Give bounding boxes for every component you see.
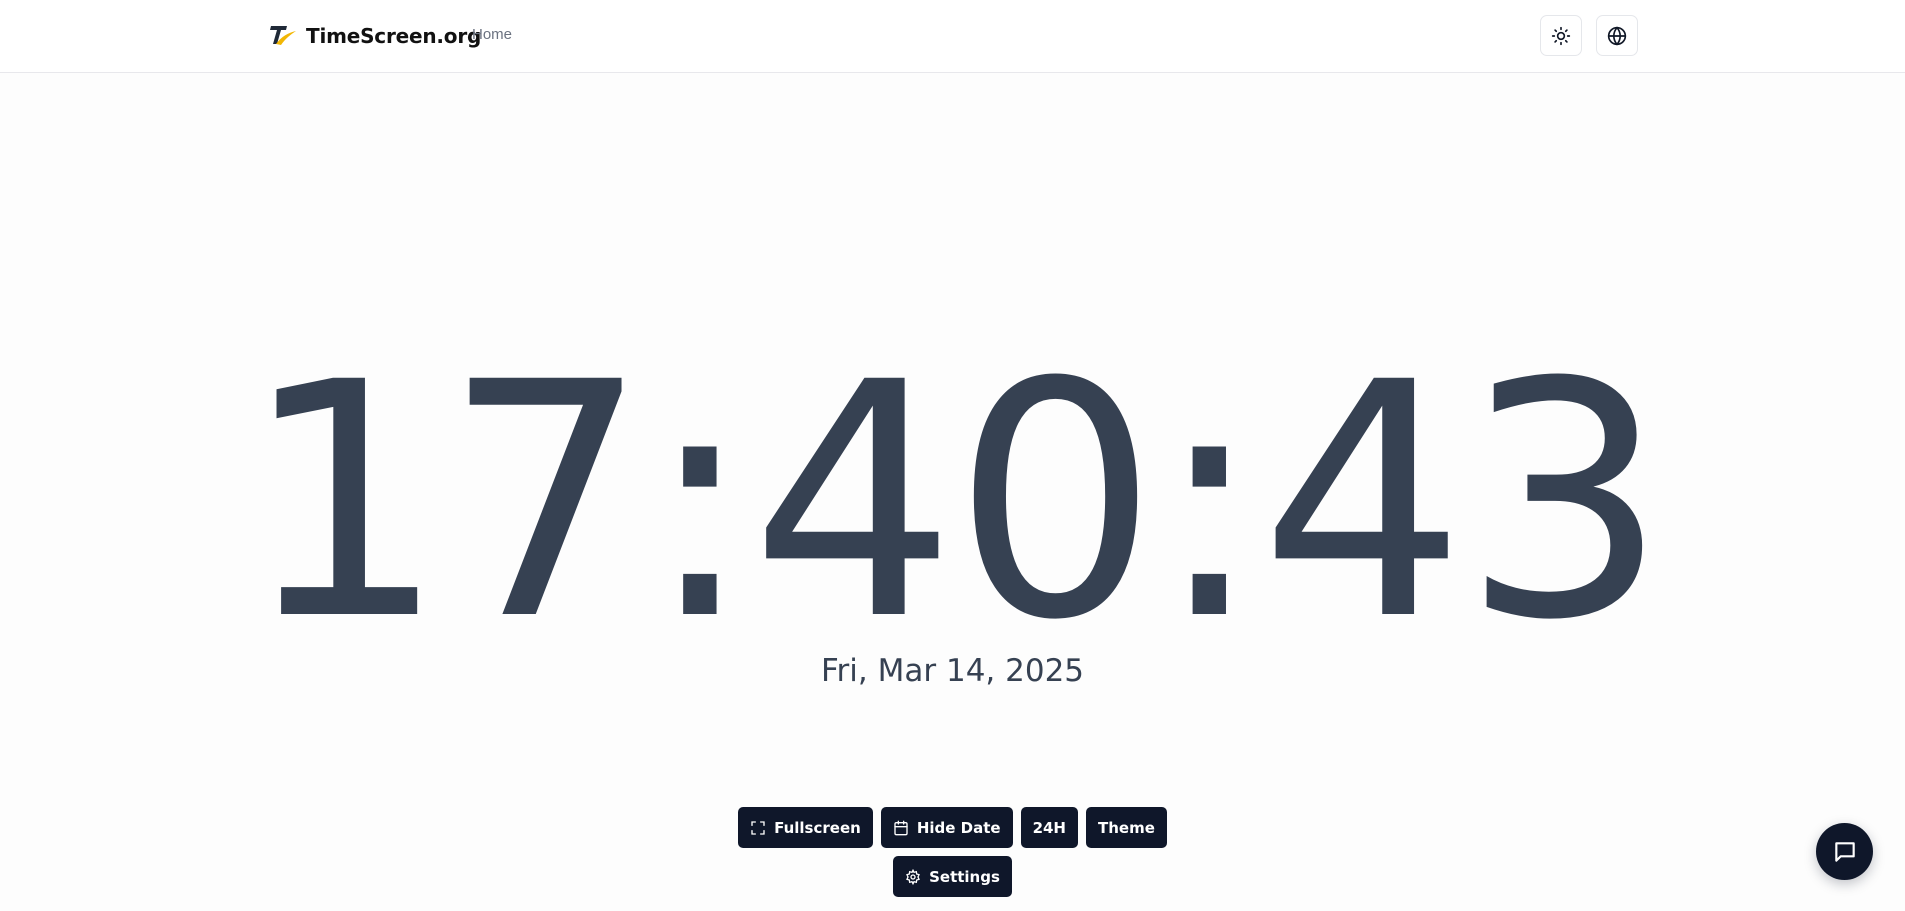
chat-bubble-icon <box>1834 841 1855 862</box>
site-header: TimeScreen.org Home <box>0 0 1905 73</box>
fullscreen-label: Fullscreen <box>774 818 861 837</box>
hide-date-button[interactable]: Hide Date <box>880 807 1013 848</box>
nav-home-link[interactable]: Home <box>472 26 512 43</box>
settings-button[interactable]: Settings <box>893 856 1012 897</box>
calendar-icon <box>894 820 908 835</box>
theme-toggle-button[interactable] <box>1540 15 1582 56</box>
controls-row: Fullscreen Hide Date 24H Theme <box>0 807 1905 848</box>
chat-button[interactable] <box>1816 823 1873 880</box>
gear-icon <box>906 868 921 885</box>
hide-date-label: Hide Date <box>916 818 1001 837</box>
time-format-button[interactable]: 24H <box>1020 807 1078 848</box>
language-button[interactable] <box>1596 15 1638 56</box>
fullscreen-button[interactable]: Fullscreen <box>738 807 873 848</box>
controls-row-secondary: Settings <box>0 856 1905 897</box>
theme-button[interactable]: Theme <box>1086 807 1167 848</box>
clock-date: Fri, Mar 14, 2025 <box>820 653 1085 689</box>
brand-name: TimeScreen.org <box>306 24 482 48</box>
timescreen-logo <box>270 26 296 45</box>
fullscreen-icon <box>751 820 765 835</box>
time-format-label: 24H <box>1032 818 1066 837</box>
sun-icon <box>1551 26 1571 45</box>
clock-time: 17:40:43 <box>240 314 1668 691</box>
settings-label: Settings <box>929 867 1000 886</box>
theme-label: Theme <box>1098 818 1155 837</box>
brand-link[interactable]: TimeScreen.org <box>268 22 481 50</box>
globe-icon <box>1607 25 1627 46</box>
